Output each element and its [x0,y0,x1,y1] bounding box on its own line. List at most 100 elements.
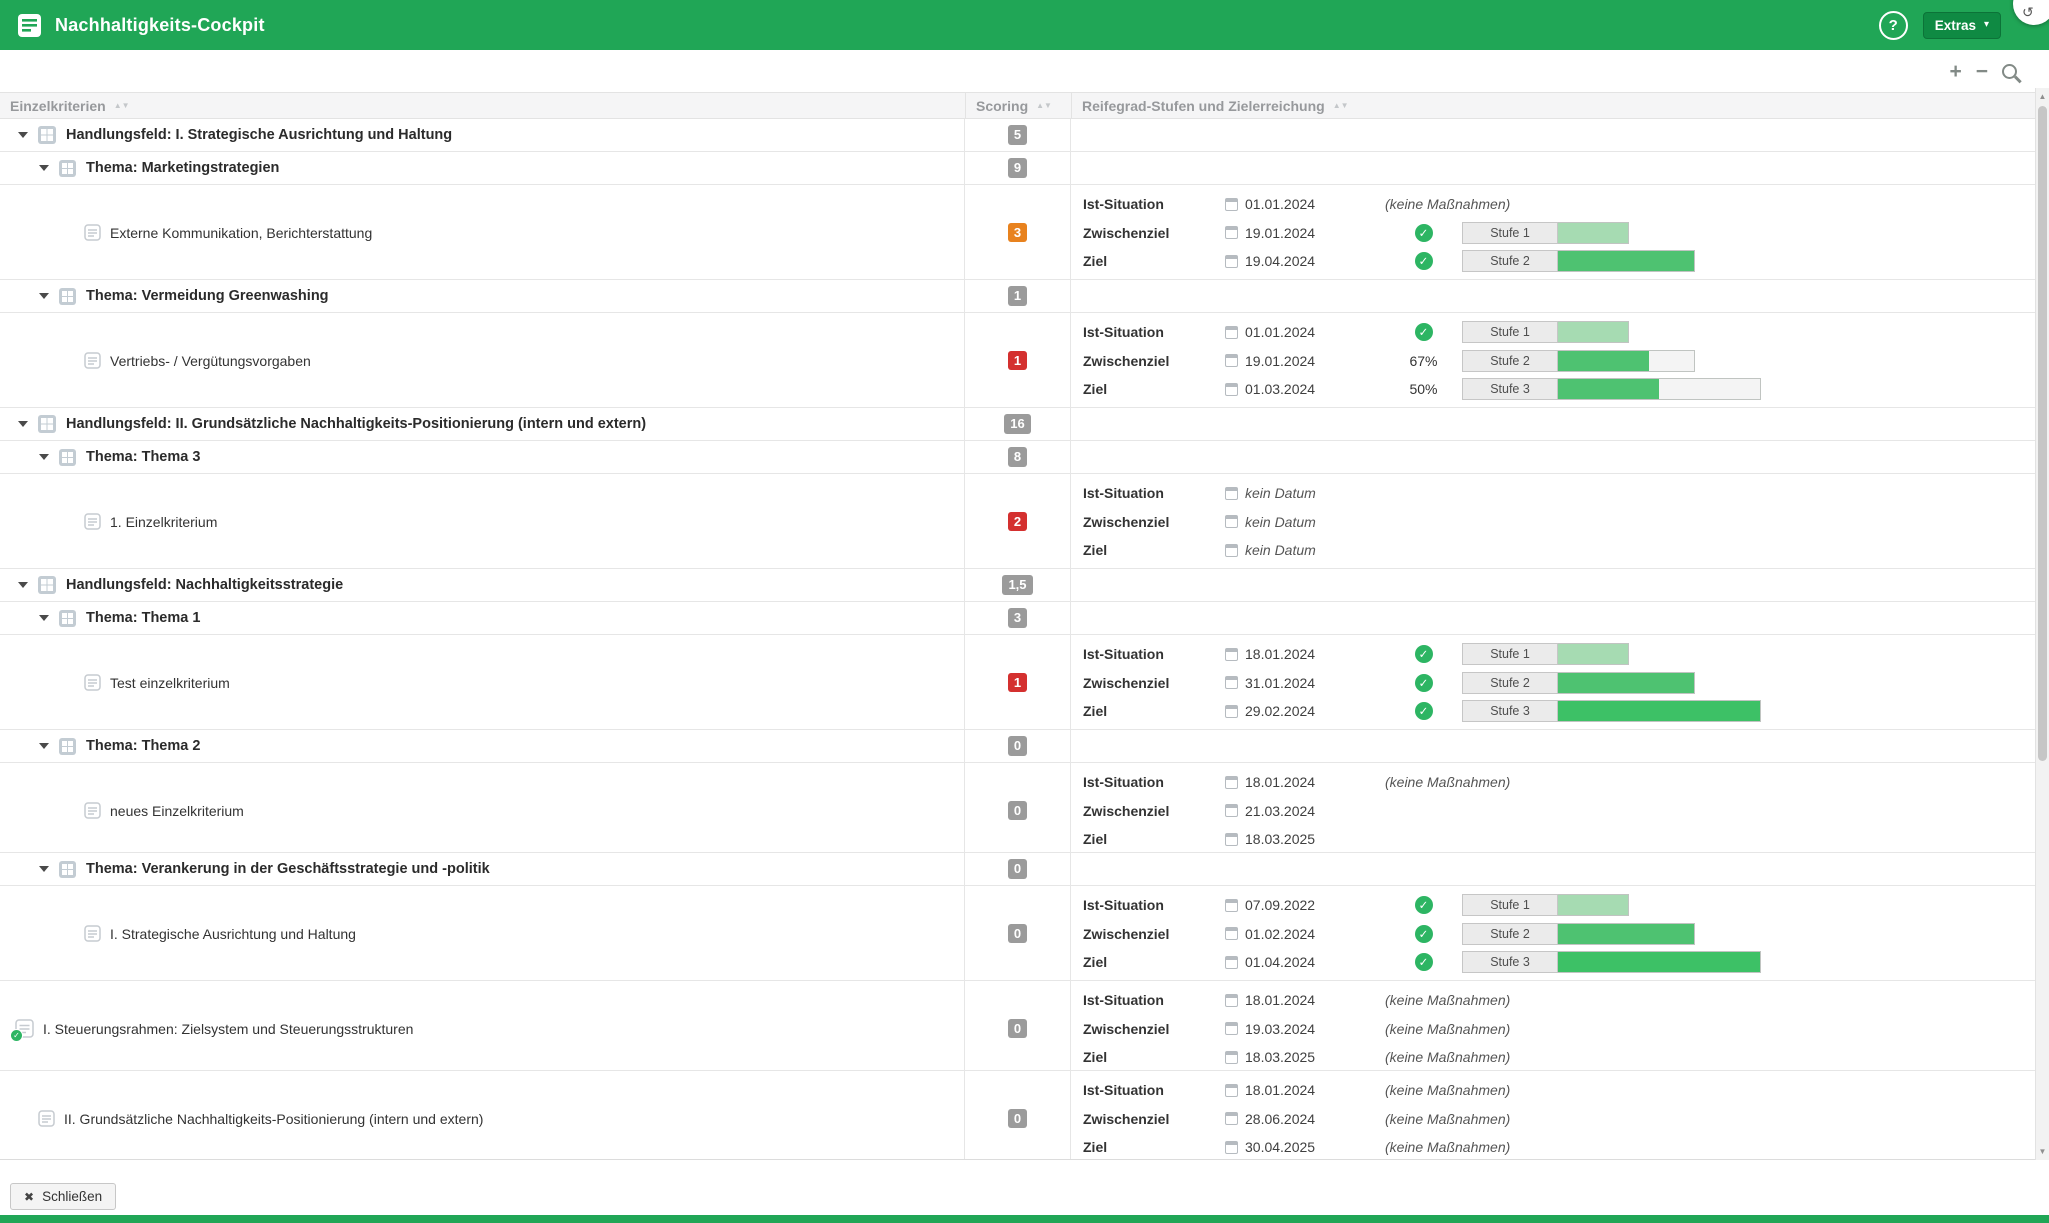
calendar-icon [1225,326,1238,339]
footer-bar: ✖ Schließen [0,1160,2049,1215]
row-label: Test einzelkriterium [110,675,230,691]
table-row-kriterium[interactable]: II. Grundsätzliche Nachhaltigkeits-Posit… [0,1071,2035,1160]
collapse-caret-icon[interactable] [18,582,28,588]
scrollbar-thumb[interactable] [2038,106,2047,761]
kriterium-icon [38,1110,55,1127]
sort-icon[interactable]: ▲▼ [114,101,130,110]
calendar-icon [1225,776,1238,789]
scoring-cell: 16 [965,408,1071,440]
table-row-thema[interactable]: Thema: Thema 2 0 [0,730,2035,763]
app-header: Nachhaltigkeits-Cockpit ? Extras ▾ ↺ [0,0,2049,50]
scoring-cell: 0 [965,763,1071,859]
handlungsfeld-icon [37,125,57,145]
corner-button[interactable]: ↺ [2013,0,2049,25]
column-header-einzelkriterien[interactable]: Einzelkriterien ▲▼ [0,93,965,118]
zoom-in-icon[interactable]: + [1949,61,1961,82]
date-value: 29.02.2024 [1225,703,1385,719]
maturity-bar: Stufe 2 [1462,250,1695,272]
collapse-caret-icon[interactable] [39,743,49,749]
column-header-reifegrad[interactable]: Reifegrad-Stufen und Zielerreichung ▲▼ [1071,93,2035,118]
criteria-cell: Test einzelkriterium [0,635,965,731]
scroll-up-icon[interactable]: ▲ [2036,92,2049,101]
reifegrad-cell [1071,741,2035,751]
date-value: 18.01.2024 [1225,646,1385,662]
date-value: 01.04.2024 [1225,954,1385,970]
collapse-caret-icon[interactable] [39,293,49,299]
scoring-cell: 9 [965,152,1071,184]
score-badge: 0 [1008,1109,1027,1128]
column-header-scoring[interactable]: Scoring ▲▼ [965,93,1071,118]
criteria-cell: 1. Einzelkriterium [0,474,965,570]
collapse-caret-icon[interactable] [18,421,28,427]
criteria-table: Einzelkriterien ▲▼ Scoring ▲▼ Reifegrad-… [0,92,2035,1160]
collapse-caret-icon[interactable] [18,132,28,138]
table-row-kriterium[interactable]: Vertriebs- / Vergütungsvorgaben 1 Ist-Si… [0,313,2035,408]
stufe-label: Stufe 3 [1462,700,1558,722]
calendar-icon [1225,1022,1238,1035]
row-label: Handlungsfeld: II. Grundsätzliche Nachha… [66,416,646,432]
table-row-thema[interactable]: Thema: Marketingstrategien 9 [0,152,2035,185]
reifegrad-cell: Ist-Situation 01.01.2024 ✓ Stufe 1 Zwisc… [1071,313,2035,409]
maturity-bar: Stufe 3 [1462,951,1761,973]
reifegrad-line: Zwischenziel 28.06.2024 (keine Maßnahmen… [1083,1105,2035,1134]
table-row-handlungsfeld[interactable]: Handlungsfeld: Nachhaltigkeitsstrategie … [0,569,2035,602]
maturity-bar: Stufe 1 [1462,222,1629,244]
score-badge: 1,5 [1002,575,1032,594]
calendar-icon [1225,354,1238,367]
criteria-cell: Thema: Marketingstrategien [0,152,965,184]
search-icon[interactable] [2002,64,2017,79]
page-title: Nachhaltigkeits-Cockpit [55,15,265,36]
close-button[interactable]: ✖ Schließen [10,1183,116,1210]
maturity-bar: Stufe 3 [1462,700,1761,722]
collapse-caret-icon[interactable] [39,866,49,872]
reifegrad-line: Ziel 19.04.2024 ✓ Stufe 2 [1083,247,2035,276]
maturity-bar: Stufe 2 [1462,672,1695,694]
reifegrad-line: Ziel 30.04.2025 (keine Maßnahmen) [1083,1133,2035,1160]
table-row-kriterium[interactable]: neues Einzelkriterium 0 Ist-Situation 18… [0,763,2035,853]
zoom-toolbar: + − [0,50,2035,92]
criteria-cell: Handlungsfeld: II. Grundsätzliche Nachha… [0,408,965,440]
sort-icon[interactable]: ▲▼ [1036,101,1052,110]
zoom-out-icon[interactable]: − [1976,61,1988,82]
app-window: Nachhaltigkeits-Cockpit ? Extras ▾ ↺ + −… [0,0,2049,1223]
no-measures-note: (keine Maßnahmen) [1385,774,1510,790]
row-label: Thema: Vermeidung Greenwashing [86,288,329,304]
collapse-caret-icon[interactable] [39,615,49,621]
table-row-kriterium[interactable]: Test einzelkriterium 1 Ist-Situation 18.… [0,635,2035,730]
scroll-down-icon[interactable]: ▼ [2036,1147,2049,1156]
calendar-icon [1225,927,1238,940]
vertical-scrollbar[interactable]: ▲ ▼ [2035,88,2049,1160]
calendar-icon [1225,833,1238,846]
chevron-down-icon: ▾ [1984,20,1989,30]
scoring-cell: 3 [965,185,1071,281]
table-row-handlungsfeld[interactable]: Handlungsfeld: II. Grundsätzliche Nachha… [0,408,2035,441]
table-row-handlungsfeld[interactable]: Handlungsfeld: I. Strategische Ausrichtu… [0,119,2035,152]
reifegrad-line: Ist-Situation 01.01.2024 (keine Maßnahme… [1083,190,2035,219]
table-row-kriterium[interactable]: ✓ I. Steuerungsrahmen: Zielsystem und St… [0,981,2035,1071]
phase-label: Ziel [1083,1139,1225,1155]
table-row-kriterium[interactable]: 1. Einzelkriterium 2 Ist-Situation kein … [0,474,2035,569]
calendar-icon [1225,255,1238,268]
extras-button[interactable]: Extras ▾ [1923,12,2001,39]
table-row-thema[interactable]: Thema: Thema 3 8 [0,441,2035,474]
help-button[interactable]: ? [1879,11,1908,40]
sort-icon[interactable]: ▲▼ [1333,101,1349,110]
date-value: 01.01.2024 [1225,324,1385,340]
criteria-cell: Thema: Thema 3 [0,441,965,473]
table-row-thema[interactable]: Thema: Vermeidung Greenwashing 1 [0,280,2035,313]
collapse-caret-icon[interactable] [39,165,49,171]
row-label: I. Strategische Ausrichtung und Haltung [110,926,356,942]
reifegrad-cell: Ist-Situation 18.01.2024 (keine Maßnahme… [1071,1071,2035,1160]
progress-bar [1558,951,1761,973]
collapse-caret-icon[interactable] [39,454,49,460]
criteria-cell: Vertriebs- / Vergütungsvorgaben [0,313,965,409]
reifegrad-cell [1071,864,2035,874]
thema-icon [58,860,77,879]
table-row-kriterium[interactable]: I. Strategische Ausrichtung und Haltung … [0,886,2035,981]
phase-label: Ist-Situation [1083,485,1225,501]
table-row-thema[interactable]: Thema: Thema 1 3 [0,602,2035,635]
calendar-icon [1225,705,1238,718]
table-row-kriterium[interactable]: Externe Kommunikation, Berichterstattung… [0,185,2035,280]
date-value: 01.01.2024 [1225,196,1385,212]
calendar-icon [1225,226,1238,239]
